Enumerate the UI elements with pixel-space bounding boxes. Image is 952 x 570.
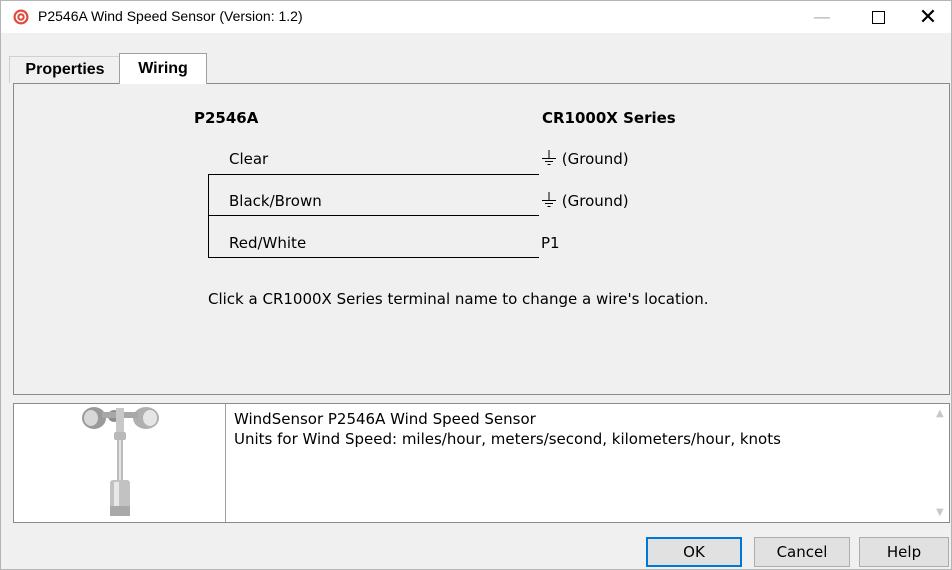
minimize-icon: — — [813, 6, 831, 28]
maximize-icon — [871, 10, 885, 24]
ok-button[interactable]: OK — [646, 537, 742, 567]
logger-header: CR1000X Series — [542, 109, 676, 127]
wire-line-clear — [208, 174, 539, 175]
window-title: P2546A Wind Speed Sensor (Version: 1.2) — [38, 8, 303, 24]
dialog-window: P2546A Wind Speed Sensor (Version: 1.2) … — [0, 0, 952, 570]
wire-label-black-brown: Black/Brown — [229, 192, 322, 210]
sensor-description: WindSensor P2546A Wind Speed Sensor Unit… — [234, 409, 781, 449]
wire-connector — [208, 174, 209, 258]
app-icon — [13, 9, 29, 25]
terminal-black-brown[interactable]: (Ground) — [541, 192, 629, 210]
wire-line-black-brown — [208, 215, 539, 216]
close-button[interactable]: ✕ — [905, 1, 951, 33]
maximize-button[interactable] — [855, 1, 901, 33]
wiring-hint-text: Click a CR1000X Series terminal name to … — [208, 290, 709, 308]
cancel-button[interactable]: Cancel — [754, 537, 850, 567]
description-pane: WindSensor P2546A Wind Speed Sensor Unit… — [13, 403, 950, 523]
close-icon: ✕ — [918, 4, 938, 30]
sensor-header: P2546A — [194, 109, 259, 127]
wire-line-red-white — [208, 257, 539, 258]
scroll-down-icon[interactable]: ▼ — [936, 507, 944, 518]
wiring-panel: P2546A CR1000X Series Clear (Ground) Bla… — [13, 83, 950, 395]
terminal-label[interactable]: (Ground) — [562, 192, 629, 210]
description-scrollbar[interactable]: ▲ ▼ — [932, 404, 949, 522]
wire-label-clear: Clear — [229, 150, 269, 168]
wire-label-red-white: Red/White — [229, 234, 307, 252]
ground-icon — [542, 192, 556, 207]
tab-properties[interactable]: Properties — [9, 56, 121, 83]
ground-icon — [542, 150, 556, 165]
scroll-up-icon[interactable]: ▲ — [936, 408, 944, 419]
pane-divider — [225, 404, 226, 522]
minimize-button[interactable]: — — [799, 1, 845, 33]
anemometer-icon — [82, 407, 159, 516]
description-line-2: Units for Wind Speed: miles/hour, meters… — [234, 430, 781, 448]
terminal-red-white[interactable]: P1 — [541, 234, 560, 252]
description-line-1: WindSensor P2546A Wind Speed Sensor — [234, 410, 536, 428]
terminal-clear[interactable]: (Ground) — [541, 150, 629, 168]
tab-wiring[interactable]: Wiring — [119, 53, 207, 84]
terminal-label[interactable]: (Ground) — [562, 150, 629, 168]
sensor-image — [14, 404, 225, 522]
help-button[interactable]: Help — [859, 537, 949, 567]
title-bar[interactable]: P2546A Wind Speed Sensor (Version: 1.2) … — [1, 1, 951, 33]
